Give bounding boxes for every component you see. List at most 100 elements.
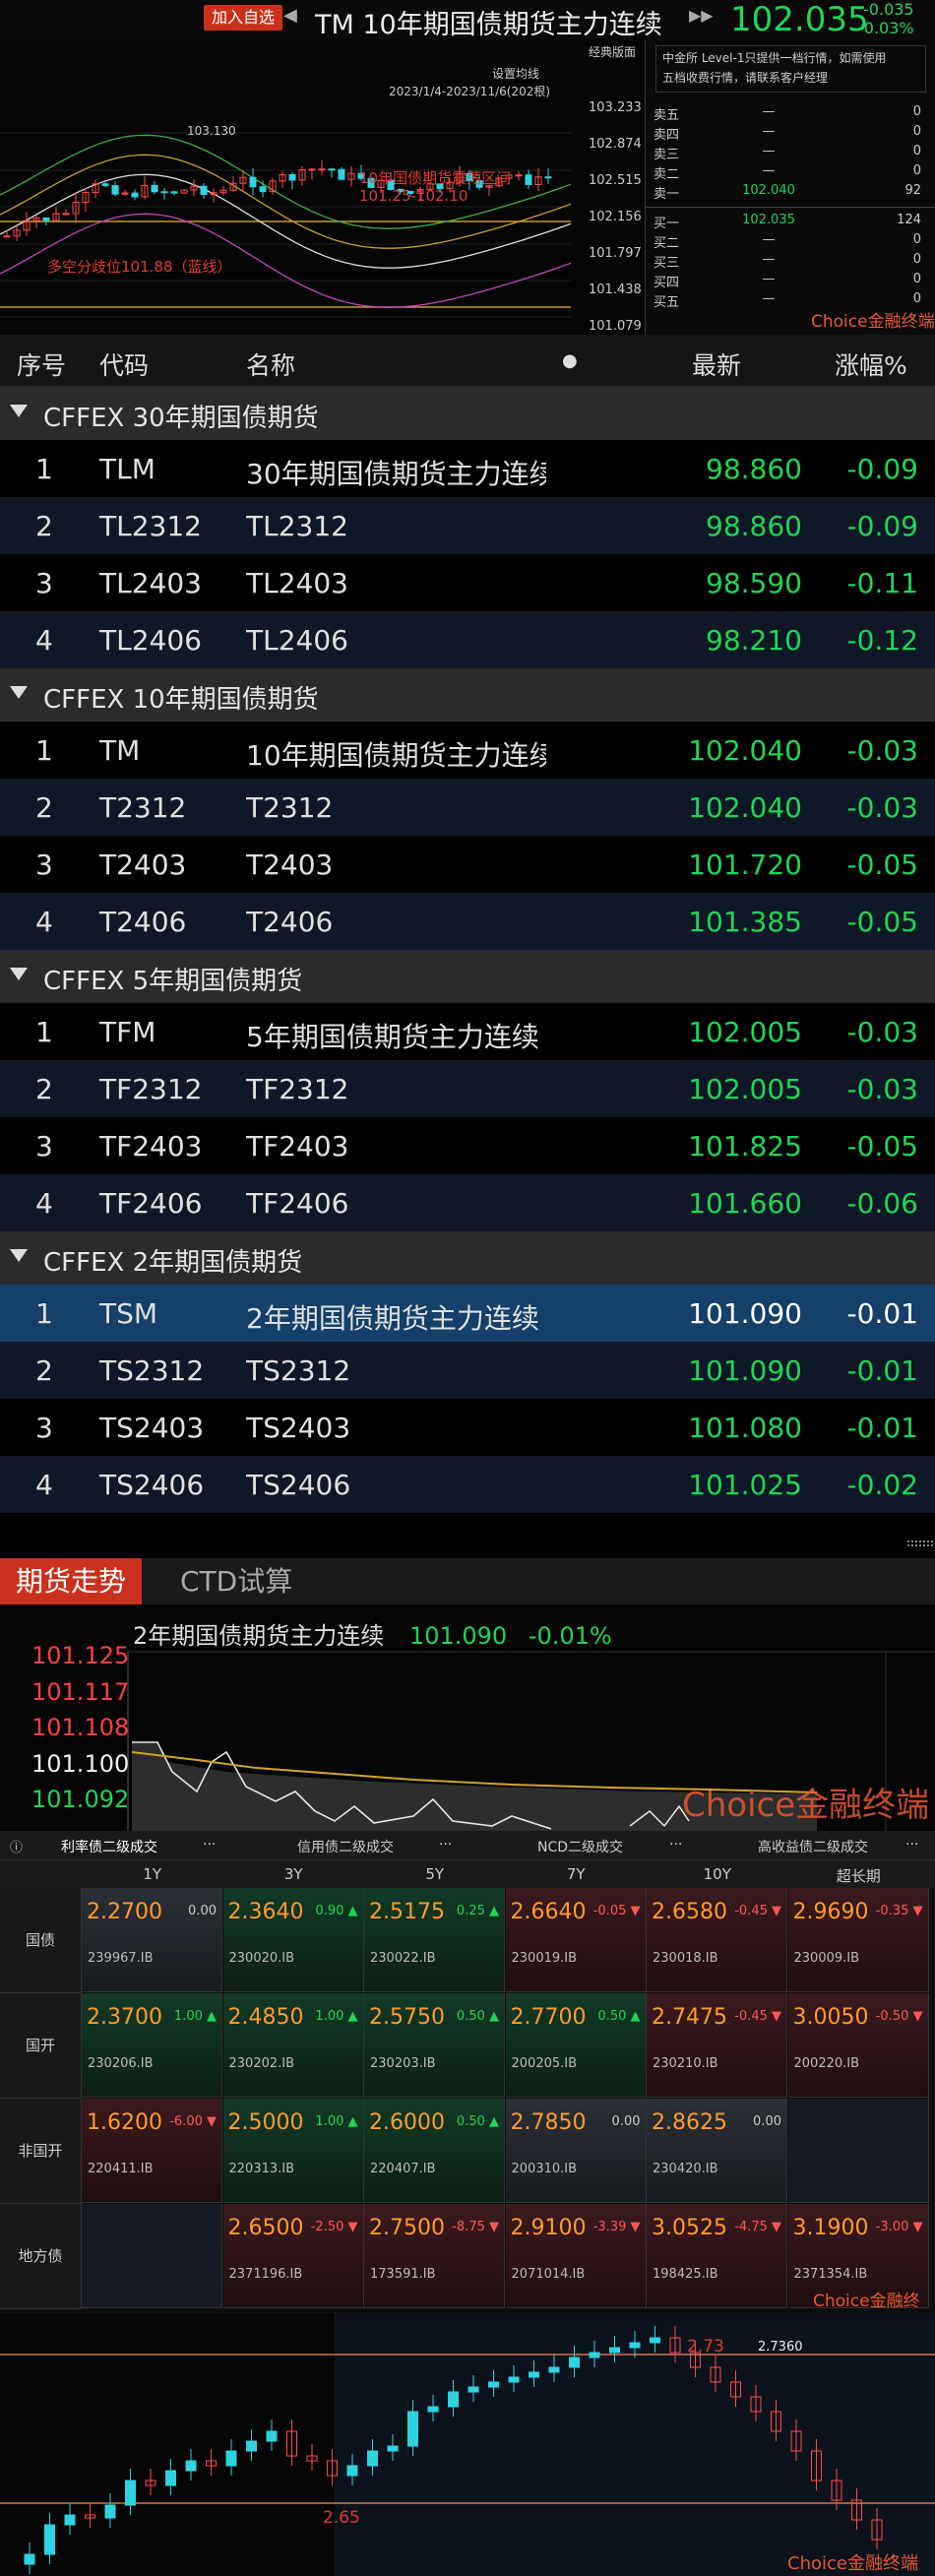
row-pct: -0.01 <box>846 1412 918 1444</box>
col-header-code[interactable]: 代码 <box>99 346 149 382</box>
row-no: 1 <box>35 1297 53 1330</box>
col-header-last[interactable]: 最新 <box>692 346 741 382</box>
bond-code: 230206.IB <box>88 2056 154 2071</box>
matrix-tab-rate[interactable]: 利率债二级成交 <box>61 1837 157 1856</box>
ask-vol: 0 <box>912 163 921 178</box>
matrix-col-header: 超长期 <box>836 1867 881 1885</box>
table-row[interactable]: 4 T2406 T2406 101.385 -0.05 <box>0 893 935 950</box>
bond-cell[interactable]: 2.9100 -3.39 ▼ 2071014.IB <box>505 2204 647 2308</box>
bond-cell[interactable]: 2.6500 -2.50 ▼ 2371196.IB <box>222 2204 364 2308</box>
tab-ctd-calc[interactable]: CTD试算 <box>164 1558 308 1604</box>
bond-cell[interactable]: 2.7475 -0.45 ▼ 230210.IB <box>647 1993 787 2098</box>
table-row[interactable]: 1 TFM 5年期国债期货主力连续 102.005 -0.03 <box>0 1003 935 1060</box>
group-header[interactable]: CFFEX 5年期国债期货 <box>0 950 935 1003</box>
matrix-tab-ncd[interactable]: NCD二级成交 <box>537 1837 623 1856</box>
col-header-name[interactable]: 名称 <box>246 346 295 382</box>
table-row[interactable]: 3 T2403 T2403 101.720 -0.05 <box>0 836 935 893</box>
prev-arrow-icon[interactable]: ◀ <box>283 5 297 26</box>
table-row[interactable]: 2 TS2312 TS2312 101.090 -0.01 <box>0 1342 935 1399</box>
bond-cell[interactable]: 2.5175 0.25 ▲ 230022.IB <box>364 1888 505 1992</box>
matrix-col-header: 7Y <box>566 1865 586 1883</box>
bond-cell[interactable]: 2.7500 -8.75 ▼ 173591.IB <box>364 2204 505 2308</box>
table-row[interactable]: 4 TF2406 TF2406 101.660 -0.06 <box>0 1174 935 1231</box>
tab-futures-trend[interactable]: 期货走势 <box>0 1558 143 1604</box>
group-header[interactable]: CFFEX 30年期国债期货 <box>0 387 935 440</box>
ma-settings-button[interactable]: 设置均线 <box>492 65 539 82</box>
bond-cell[interactable]: 3.0525 -4.75 ▼ 198425.IB <box>647 2204 787 2308</box>
row-pct: -0.03 <box>846 1073 918 1105</box>
matrix-tab-credit[interactable]: 信用债二级成交 <box>297 1837 394 1856</box>
dot-icon[interactable]: ● <box>562 350 578 371</box>
intraday-axis-label: 101.100 <box>31 1750 130 1778</box>
bond-cell[interactable]: 2.4850 1.00 ▲ 230202.IB <box>222 1993 364 2098</box>
collapse-triangle-icon[interactable] <box>10 1249 28 1262</box>
bond-code: 230210.IB <box>653 2056 718 2071</box>
bid-row: 买五 — 0 <box>646 289 935 310</box>
table-row[interactable]: 3 TL2403 TL2403 98.590 -0.11 <box>0 554 935 611</box>
bond-cell[interactable]: 2.9690 -0.35 ▼ 230009.IB <box>787 1888 929 1992</box>
add-watchlist-button[interactable]: 加入自选 <box>204 5 283 31</box>
bond-cell[interactable]: 2.2700 0.00 239967.IB <box>82 1888 222 1992</box>
collapse-triangle-icon[interactable] <box>10 686 28 699</box>
bond-cell[interactable]: 2.5000 1.00 ▲ 220313.IB <box>222 2099 364 2203</box>
more-icon[interactable]: ··· <box>203 1837 216 1853</box>
bond-yield: 1.6200 <box>87 2110 162 2135</box>
layout-label[interactable]: 经典版面 <box>589 43 636 60</box>
table-row[interactable]: 3 TF2403 TF2403 101.825 -0.05 <box>0 1117 935 1174</box>
bond-cell[interactable]: 2.8625 0.00 230420.IB <box>647 2099 787 2203</box>
next-arrow-icon[interactable]: ▶▶ <box>689 6 714 25</box>
yield-candlestick-chart[interactable]: 2.73 2.7360 2.65 Choice金融终端 <box>0 2313 935 2576</box>
bond-code: 239967.IB <box>88 1951 154 1966</box>
ask-label: 卖四 <box>654 128 680 143</box>
bond-cell[interactable]: 2.3700 1.00 ▲ 230206.IB <box>82 1993 222 2098</box>
more-icon[interactable]: ··· <box>669 1837 682 1853</box>
resize-grip-icon[interactable] <box>907 1540 933 1550</box>
matrix-tab-high-yield[interactable]: 高收益债二级成交 <box>758 1837 868 1856</box>
col-header-pct[interactable]: 涨幅% <box>835 346 907 382</box>
table-row[interactable]: 4 TS2406 TS2406 101.025 -0.02 <box>0 1456 935 1513</box>
more-icon[interactable]: ··· <box>905 1837 918 1853</box>
candle-body <box>427 2406 439 2413</box>
table-row[interactable]: 3 TS2403 TS2403 101.080 -0.01 <box>0 1399 935 1456</box>
candle-body <box>338 168 345 180</box>
collapse-triangle-icon[interactable] <box>10 405 28 417</box>
bond-cell[interactable]: 2.6000 0.50 ▲ 220407.IB <box>364 2099 505 2203</box>
row-code: TS2312 <box>99 1354 205 1387</box>
table-row[interactable]: 2 TF2312 TF2312 102.005 -0.03 <box>0 1060 935 1117</box>
ask-row: 卖四 — 0 <box>646 122 935 143</box>
group-title: CFFEX 5年期国债期货 <box>43 967 303 996</box>
table-row[interactable]: 1 TSM 2年期国债期货主力连续 101.090 -0.01 <box>0 1285 935 1342</box>
candlestick-chart[interactable]: 设置均线 2023/1/4-2023/11/6(202根) 103.130 10… <box>0 39 645 335</box>
bond-cell[interactable]: 2.5750 0.50 ▲ 230203.IB <box>364 1993 505 2098</box>
bond-cell[interactable]: 2.7700 0.50 ▲ 200205.IB <box>505 1993 647 2098</box>
table-row[interactable]: 2 TL2312 TL2312 98.860 -0.09 <box>0 497 935 554</box>
group-header[interactable]: CFFEX 2年期国债期货 <box>0 1231 935 1285</box>
ask-label: 卖一 <box>654 187 680 202</box>
info-icon[interactable]: ⓘ <box>10 1837 23 1855</box>
table-row[interactable]: 2 T2312 T2312 102.040 -0.03 <box>0 779 935 836</box>
group-header[interactable]: CFFEX 10年期国债期货 <box>0 668 935 722</box>
bond-code: 230202.IB <box>228 2056 295 2071</box>
bid-row: 买二 — 0 <box>646 230 935 251</box>
intraday-chart[interactable]: 2年期国债期货主力连续 101.090 -0.01% 101.125 101.1… <box>0 1604 935 1831</box>
more-icon[interactable]: ··· <box>439 1837 452 1853</box>
table-row[interactable]: 4 TL2406 TL2406 98.210 -0.12 <box>0 611 935 668</box>
row-code: TL2312 <box>99 510 202 542</box>
candle-body <box>407 2411 418 2447</box>
matrix-col-header: 5Y <box>425 1865 445 1883</box>
bond-cell[interactable]: 2.6640 -0.05 ▼ 230019.IB <box>505 1888 647 1992</box>
axis-label: 102.515 <box>589 173 642 188</box>
col-header-no[interactable]: 序号 <box>17 346 66 382</box>
row-code: T2403 <box>99 848 187 881</box>
candle-body <box>165 2470 176 2486</box>
table-row[interactable]: 1 TM 10年期国债期货主力连续 102.040 -0.03 <box>0 722 935 779</box>
change-value: -0.035 <box>863 0 914 19</box>
collapse-triangle-icon[interactable] <box>10 968 28 980</box>
table-row[interactable]: 1 TLM 30年期国债期货主力连续 98.860 -0.09 <box>0 440 935 497</box>
ask-vol: 0 <box>912 144 921 158</box>
bond-cell[interactable]: 3.0050 -0.50 ▼ 200220.IB <box>787 1993 929 2098</box>
bond-cell[interactable]: 2.6580 -0.45 ▼ 230018.IB <box>647 1888 787 1992</box>
bond-cell[interactable]: 2.3640 0.90 ▲ 230020.IB <box>222 1888 364 1992</box>
bond-cell[interactable]: 2.7850 0.00 200310.IB <box>505 2099 647 2203</box>
bond-cell[interactable]: 1.6200 -6.00 ▼ 220411.IB <box>82 2099 222 2203</box>
